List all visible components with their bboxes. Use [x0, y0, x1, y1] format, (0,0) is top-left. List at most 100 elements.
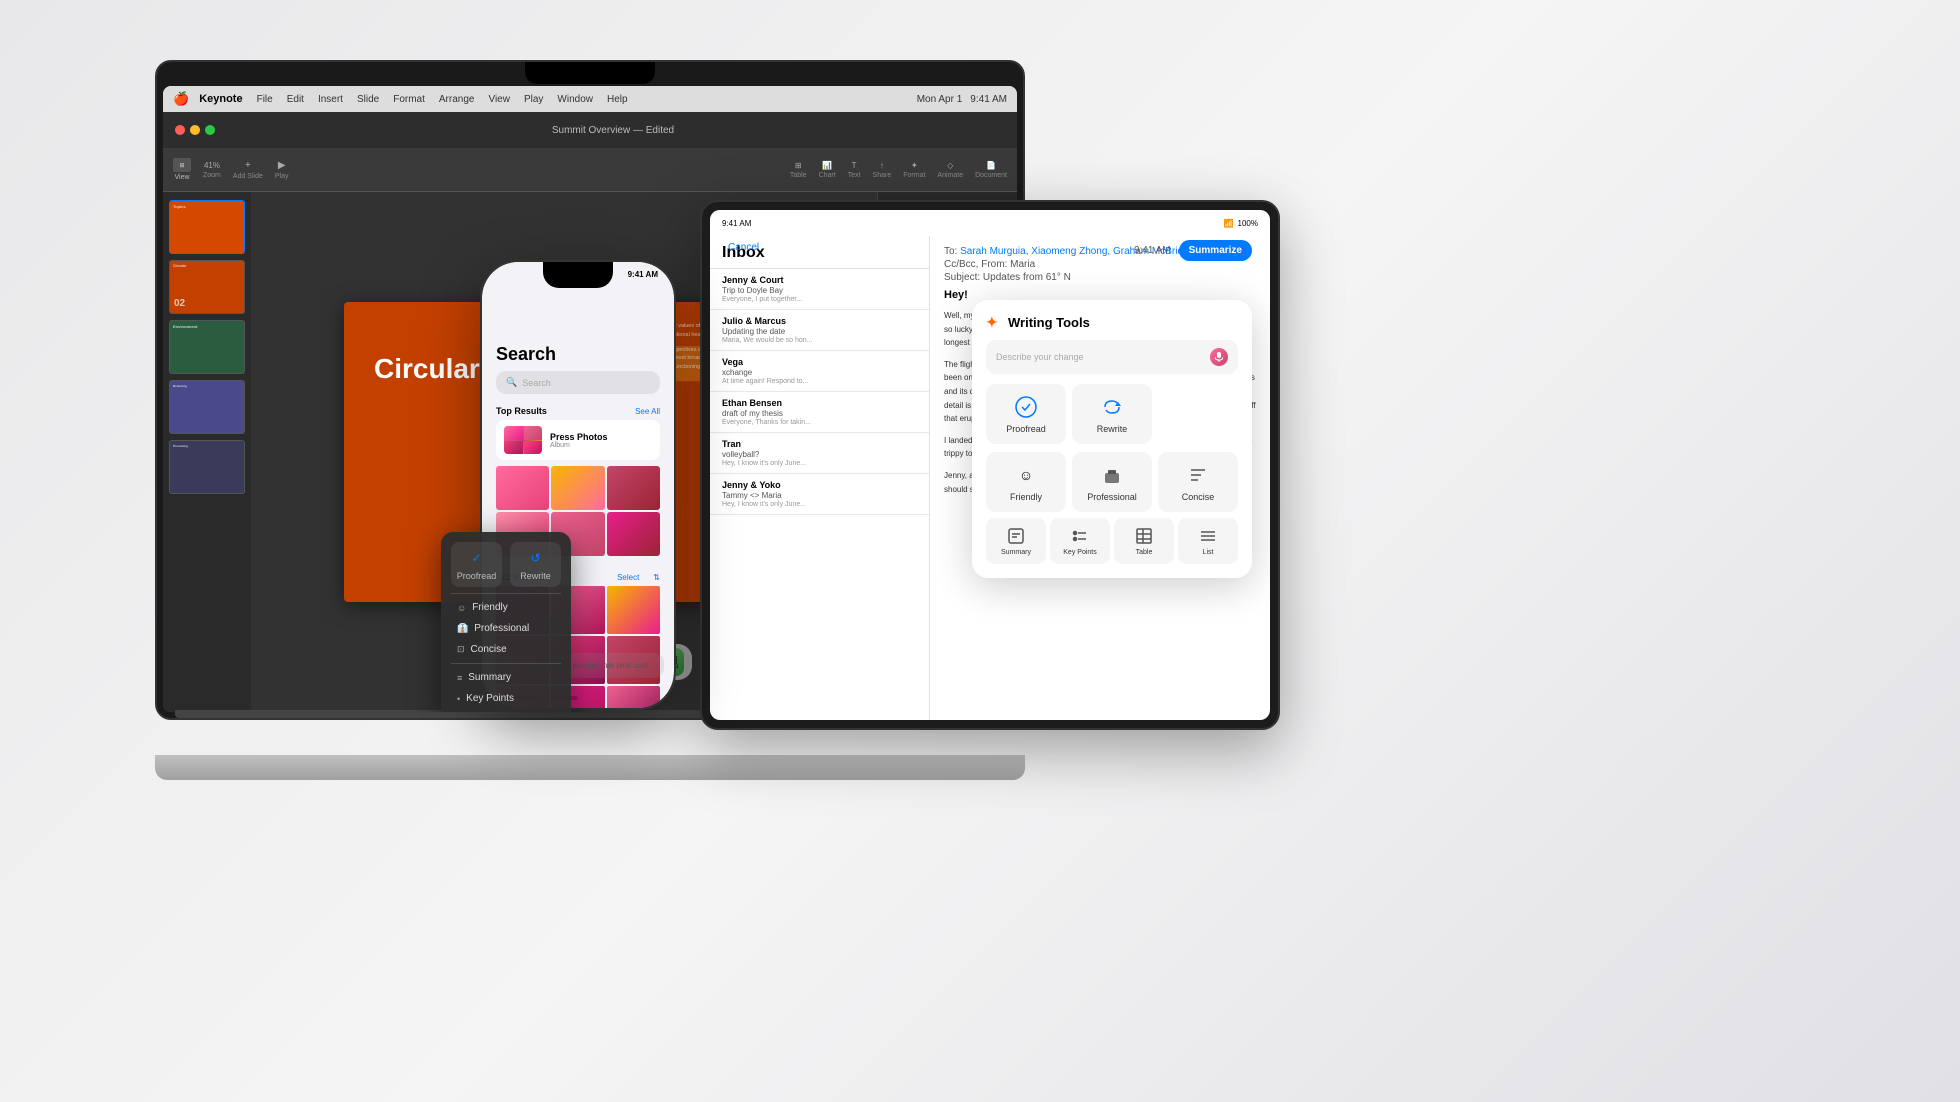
mac-writing-tools-popup: ✓ Proofread ↺ Rewrite ☺ Friendly	[441, 532, 571, 712]
macbook-notch	[525, 62, 655, 84]
apple-menu[interactable]: 🍎	[173, 91, 189, 107]
toolbar-animate[interactable]: ◇Animate	[937, 161, 963, 179]
email-subject-field: Subject: Updates from 61° N	[944, 272, 1256, 283]
mail-subject-5: volleyball?	[722, 450, 917, 459]
maximize-button[interactable]	[205, 125, 215, 135]
toolbar-play[interactable]: ▶Play	[275, 160, 289, 180]
top-results-header: Top Results See All	[496, 406, 660, 416]
wt-concise-btn[interactable]: Concise	[1158, 452, 1238, 512]
toolbar-share[interactable]: ↑Share	[873, 161, 892, 179]
select-button[interactable]: Select	[617, 573, 639, 582]
slide-thumb-5[interactable]: Promoting	[169, 440, 245, 494]
slide-thumb-3[interactable]: Environment	[169, 320, 245, 374]
slide-panel: Topics Circular 02 Environment Reducing	[163, 192, 251, 712]
mac-wt-concise[interactable]: ⊡ Concise	[451, 640, 561, 659]
menubar-right: Mon Apr 1 9:41 AM	[917, 94, 1007, 105]
list-label: List	[1203, 549, 1214, 556]
slide-label-5: Promoting	[173, 444, 188, 448]
menu-view[interactable]: View	[484, 92, 514, 107]
menu-window[interactable]: Window	[553, 92, 597, 107]
mail-preview-5: Hey, I know it's only June...	[722, 460, 917, 467]
mac-rewrite-btn[interactable]: ↺ Rewrite	[510, 542, 561, 587]
mic-button[interactable]	[1210, 348, 1228, 366]
wt-proofread-btn[interactable]: Proofread	[986, 384, 1066, 444]
mail-sender-1: Jenny & Court	[722, 275, 917, 285]
toolbar-add-slide[interactable]: +Add Slide	[233, 160, 263, 180]
wt-table-btn[interactable]: Table	[1114, 518, 1174, 564]
menu-insert[interactable]: Insert	[314, 92, 347, 107]
slide-thumb-1[interactable]: Topics	[169, 200, 245, 254]
mail-item-6[interactable]: Jenny & Yoko Tammy <> Maria Hey, I know …	[710, 474, 929, 515]
slide-thumb-4[interactable]: Reducing	[169, 380, 245, 434]
wifi-icon: 📶	[1224, 219, 1234, 228]
ipad: 9:41 AM 📶 100% Inbox Jenny & Court Trip	[700, 200, 1280, 730]
menu-file[interactable]: File	[253, 92, 277, 107]
menu-slide[interactable]: Slide	[353, 92, 383, 107]
scene: 🍎 Keynote File Edit Insert Slide Format …	[0, 0, 1960, 1102]
menu-edit[interactable]: Edit	[283, 92, 308, 107]
toolbar-chart[interactable]: 📊Chart	[819, 161, 836, 179]
toolbar-zoom[interactable]: 41%Zoom	[203, 161, 221, 179]
press-photos-thumbnail	[504, 426, 542, 454]
close-button[interactable]	[175, 125, 185, 135]
sparkle-icon: ✦	[986, 314, 1002, 330]
minimize-button[interactable]	[190, 125, 200, 135]
menu-format[interactable]: Format	[389, 92, 429, 107]
toolbar-text[interactable]: TText	[848, 161, 861, 179]
app-name[interactable]: Keynote	[199, 93, 242, 105]
mail-preview-2: Maria, We would be so hon...	[722, 337, 917, 344]
divider	[451, 593, 561, 594]
rewrite-icon	[1099, 394, 1125, 420]
ipad-top-actions: 9:41 AM Summarize	[1134, 240, 1252, 261]
mail-item-3[interactable]: Vega xchange At time again! Respond to..…	[710, 351, 929, 392]
mac-wt-friendly[interactable]: ☺ Friendly	[451, 598, 561, 617]
toolbar-document[interactable]: 📄Document	[975, 161, 1007, 179]
mac-proofread-btn[interactable]: ✓ Proofread	[451, 542, 502, 587]
photo-6[interactable]	[607, 512, 660, 556]
mail-preview-3: At time again! Respond to...	[722, 378, 917, 385]
macbook-base	[155, 755, 1025, 780]
see-all-link[interactable]: See All	[635, 407, 660, 416]
proofread-label: Proofread	[457, 571, 497, 581]
search-bar-top[interactable]: 🔍 Search	[496, 371, 660, 394]
result-photo-3[interactable]	[607, 586, 660, 634]
cancel-button[interactable]: Cancel	[728, 242, 759, 253]
mail-item-2[interactable]: Julio & Marcus Updating the date Maria, …	[710, 310, 929, 351]
wt-friendly-btn[interactable]: ☺ Friendly	[986, 452, 1066, 512]
wt-rewrite-btn[interactable]: Rewrite	[1072, 384, 1152, 444]
describe-bar[interactable]: Describe your change	[986, 340, 1238, 374]
toolbar-format[interactable]: ✦Format	[903, 161, 925, 179]
mac-wt-summary[interactable]: ≡ Summary	[451, 668, 561, 687]
divider-2	[451, 663, 561, 664]
slide-thumb-2[interactable]: Circular 02	[169, 260, 245, 314]
photo-3[interactable]	[607, 466, 660, 510]
mail-item-1[interactable]: Jenny & Court Trip to Doyle Bay Everyone…	[710, 269, 929, 310]
mail-subject-1: Trip to Doyle Bay	[722, 286, 917, 295]
press-photos-title: Press Photos	[550, 432, 608, 442]
menu-play[interactable]: Play	[520, 92, 547, 107]
slide-label-3: Environment	[173, 324, 197, 329]
photo-1[interactable]	[496, 466, 549, 510]
photo-2[interactable]	[551, 466, 604, 510]
mail-sidebar: Inbox Jenny & Court Trip to Doyle Bay Ev…	[710, 236, 930, 720]
toolbar-table[interactable]: ⊞Table	[790, 161, 807, 179]
menubar-left: 🍎 Keynote File Edit Insert Slide Format …	[173, 91, 632, 107]
keypoints-label: Key Points	[1063, 549, 1096, 556]
wt-list-btn[interactable]: List	[1178, 518, 1238, 564]
summarize-button[interactable]: Summarize	[1179, 240, 1252, 261]
wt-main-tools: Proofread Rewrite	[986, 384, 1238, 444]
wt-keypoints-btn[interactable]: Key Points	[1050, 518, 1110, 564]
menu-help[interactable]: Help	[603, 92, 632, 107]
menu-arrange[interactable]: Arrange	[435, 92, 479, 107]
mac-wt-list[interactable]: ☰ List	[451, 710, 561, 712]
mail-item-5[interactable]: Tran volleyball? Hey, I know it's only J…	[710, 433, 929, 474]
toolbar-view[interactable]: ⊞View	[173, 158, 191, 181]
wt-professional-btn[interactable]: Professional	[1072, 452, 1152, 512]
press-photos-card[interactable]: Press Photos Album	[496, 420, 660, 460]
mac-wt-keypoints[interactable]: • Key Points	[451, 689, 561, 708]
wt-summary-btn[interactable]: Summary	[986, 518, 1046, 564]
sort-button[interactable]: ⇅	[653, 573, 660, 582]
result-photo-9[interactable]	[607, 686, 660, 708]
mail-item-4[interactable]: Ethan Bensen draft of my thesis Everyone…	[710, 392, 929, 433]
mac-wt-professional[interactable]: 👔 Professional	[451, 619, 561, 638]
